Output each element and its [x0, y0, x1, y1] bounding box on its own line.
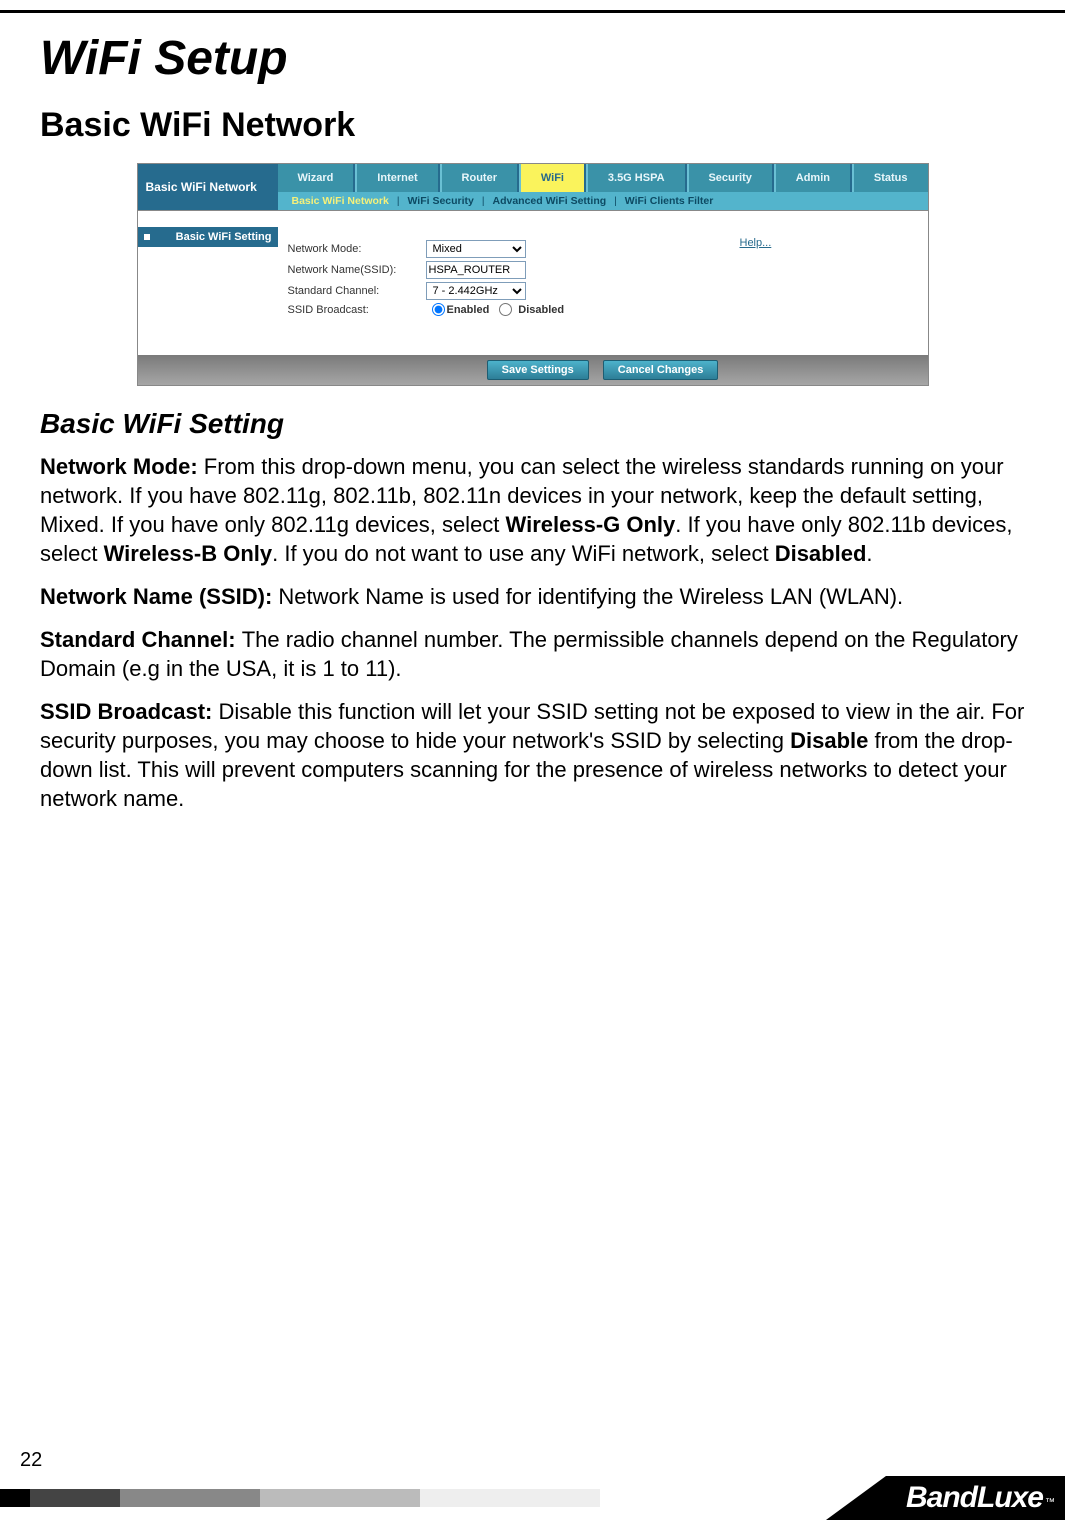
tab-router[interactable]: Router [440, 164, 519, 192]
subtab-wifi-clients-filter[interactable]: WiFi Clients Filter [621, 195, 718, 207]
brand-logo: BandLuxe™ [826, 1476, 1065, 1520]
bullet-icon [144, 234, 150, 240]
footer-bar: BandLuxe™ [0, 1476, 1065, 1520]
tab-wifi[interactable]: WiFi [519, 164, 586, 192]
subtab-wifi-security[interactable]: WiFi Security [403, 195, 477, 207]
tab-wizard[interactable]: Wizard [278, 164, 356, 192]
paragraph-standard-channel: Standard Channel: The radio channel numb… [40, 625, 1025, 683]
paragraph-network-mode: Network Mode: From this drop-down menu, … [40, 452, 1025, 568]
standard-channel-label: Standard Channel: [288, 285, 418, 297]
network-name-input[interactable] [426, 261, 526, 279]
ssid-disabled-radio[interactable] [499, 303, 512, 316]
help-link[interactable]: Help... [740, 237, 772, 249]
network-mode-select[interactable]: Mixed [426, 240, 526, 258]
page-number: 22 [20, 1449, 42, 1472]
separator: | [614, 196, 617, 207]
tab-internet[interactable]: Internet [355, 164, 439, 192]
ssid-broadcast-label: SSID Broadcast: [288, 304, 418, 316]
page-title: WiFi Setup [40, 31, 1025, 86]
standard-channel-select[interactable]: 7 - 2.442GHz [426, 282, 526, 300]
network-name-label: Network Name(SSID): [288, 264, 418, 276]
sidebar-item-label: Basic WiFi Setting [176, 231, 272, 243]
tab-admin[interactable]: Admin [774, 164, 852, 192]
cancel-changes-button[interactable]: Cancel Changes [603, 360, 719, 380]
ssid-enabled-label: Enabled [447, 304, 490, 316]
panel-title: Basic WiFi Network [138, 164, 278, 210]
paragraph-ssid-broadcast: SSID Broadcast: Disable this function wi… [40, 697, 1025, 813]
tab-status[interactable]: Status [852, 164, 928, 192]
paragraph-network-name: Network Name (SSID): Network Name is use… [40, 582, 1025, 611]
separator: | [397, 196, 400, 207]
ssid-enabled-radio[interactable] [432, 303, 445, 316]
ssid-disabled-label: Disabled [518, 304, 564, 316]
subsection-heading: Basic WiFi Setting [40, 408, 1025, 440]
subtab-basic-wifi-network[interactable]: Basic WiFi Network [288, 195, 393, 207]
tab-3-5g-hspa[interactable]: 3.5G HSPA [586, 164, 687, 192]
network-mode-label: Network Mode: [288, 243, 418, 255]
section-heading: Basic WiFi Network [40, 106, 1025, 145]
router-ui-screenshot: Basic WiFi Network WizardInternetRouterW… [137, 163, 929, 386]
subtab-advanced-wifi-setting[interactable]: Advanced WiFi Setting [489, 195, 611, 207]
tab-security[interactable]: Security [687, 164, 774, 192]
sidebar-item-basic-wifi-setting[interactable]: Basic WiFi Setting [138, 227, 278, 247]
save-settings-button[interactable]: Save Settings [487, 360, 589, 380]
separator: | [482, 196, 485, 207]
